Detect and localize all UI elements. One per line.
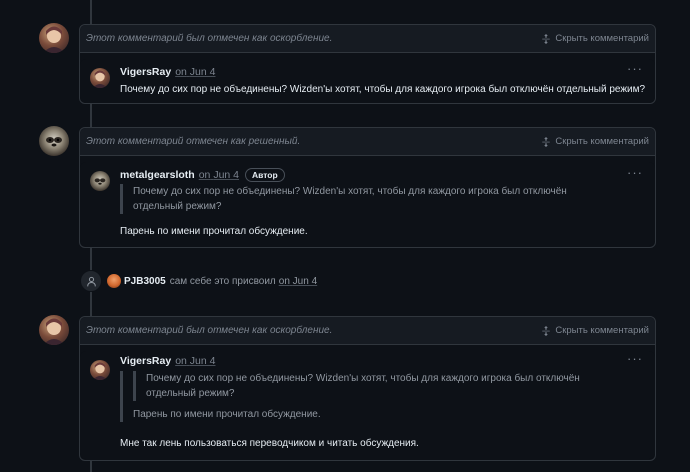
comment-card: VigersRay on Jun 4 ··· Почему до сих пор… (80, 59, 655, 103)
hide-comment-label: Скрыть комментарий (555, 33, 649, 44)
hide-comment-button[interactable]: Скрыть комментарий (541, 33, 649, 44)
hidden-comment-3: Этот комментарий был отмечен как оскорбл… (79, 316, 656, 461)
comment-date[interactable]: on Jun 4 (175, 355, 215, 367)
comment-meta: VigersRay on Jun 4 (120, 66, 215, 78)
quoted-reply: Почему до сих пор не объединены? Wizden'… (120, 184, 600, 214)
avatar-vigersray[interactable] (39, 23, 69, 53)
comment-body: Мне так лень пользоваться переводчиком и… (120, 438, 419, 449)
avatar-metalgearsloth-small[interactable] (90, 171, 110, 191)
comment-meta: metalgearsloth on Jun 4 Автор (120, 168, 285, 182)
avatar-vigersray[interactable] (39, 315, 69, 345)
hidden-comment-header: Этот комментарий был отмечен как оскорбл… (80, 25, 655, 53)
hidden-reason: Этот комментарий отмечен как решенный. (86, 136, 301, 147)
author-badge: Автор (245, 168, 285, 182)
event-action: сам себе это присвоил (169, 275, 276, 287)
kebab-horizontal-icon[interactable]: ··· (627, 61, 643, 76)
hidden-comment-header: Этот комментарий был отмечен как оскорбл… (80, 317, 655, 345)
avatar-pjb3005[interactable] (107, 274, 121, 288)
unfold-icon (542, 325, 551, 336)
hidden-comment-1: Этот комментарий был отмечен как оскорбл… (79, 24, 656, 104)
unfold-icon (542, 136, 551, 147)
comment-body: Почему до сих пор не объединены? Wizden'… (120, 84, 646, 95)
event-date[interactable]: on Jun 4 (279, 276, 317, 287)
comment-card: VigersRay on Jun 4 ··· Почему до сих пор… (80, 351, 655, 459)
event-user[interactable]: PJB3005 (124, 276, 166, 287)
hide-comment-label: Скрыть комментарий (555, 136, 649, 147)
comment-card: metalgearsloth on Jun 4 Автор ··· Почему… (80, 162, 655, 246)
quoted-reply: Почему до сих пор не объединены? Wizden'… (120, 371, 600, 422)
comment-meta: VigersRay on Jun 4 (120, 355, 215, 367)
comment-author[interactable]: VigersRay (120, 66, 171, 78)
avatar-vigersray-small[interactable] (90, 360, 110, 380)
avatar-vigersray-small[interactable] (90, 68, 110, 88)
comment-date[interactable]: on Jun 4 (175, 66, 215, 78)
kebab-horizontal-icon[interactable]: ··· (627, 165, 643, 180)
hidden-comment-2: Этот комментарий отмечен как решенный. С… (79, 127, 656, 248)
assign-event: PJB3005 сам себе это присвоил on Jun 4 (80, 270, 317, 292)
hidden-comment-header: Этот комментарий отмечен как решенный. С… (80, 128, 655, 156)
avatar-metalgearsloth[interactable] (39, 126, 69, 156)
hide-comment-label: Скрыть комментарий (555, 325, 649, 336)
hidden-reason: Этот комментарий был отмечен как оскорбл… (86, 325, 333, 336)
kebab-horizontal-icon[interactable]: ··· (627, 351, 643, 366)
comment-date[interactable]: on Jun 4 (199, 169, 239, 181)
hide-comment-button[interactable]: Скрыть комментарий (541, 136, 649, 147)
comment-author[interactable]: VigersRay (120, 355, 171, 367)
unfold-icon (542, 33, 551, 44)
comment-author[interactable]: metalgearsloth (120, 169, 195, 181)
hide-comment-button[interactable]: Скрыть комментарий (541, 325, 649, 336)
comment-body: Парень по имени прочитал обсуждение. (120, 226, 308, 237)
nested-quote: Почему до сих пор не объединены? Wizden'… (133, 371, 600, 401)
person-icon (80, 270, 102, 292)
quote-text: Парень по имени прочитал обсуждение. (133, 409, 321, 420)
hidden-reason: Этот комментарий был отмечен как оскорбл… (86, 33, 333, 44)
